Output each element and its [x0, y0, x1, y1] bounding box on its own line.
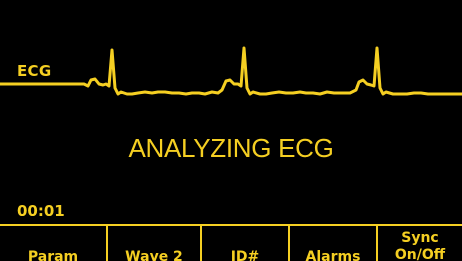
id-softkey[interactable]: ID#	[202, 226, 288, 261]
softkey-bar: Param Wave 2 ID# Alarms Sync On/Off	[0, 224, 462, 261]
sync-softkey-label-line1: Sync	[401, 230, 439, 246]
param-softkey-label: Param	[27, 249, 79, 261]
monitor-screen: ECG ANALYZING ECG 00:01 Param Wave 2 ID#…	[0, 0, 462, 261]
ecg-waveform-trace	[0, 46, 462, 96]
elapsed-timer: 00:01	[17, 202, 65, 220]
ecg-lead-label: ECG	[17, 62, 52, 80]
sync-on-off-softkey[interactable]: Sync On/Off	[378, 226, 462, 261]
wave-2-softkey-label: Wave 2	[125, 249, 183, 261]
sync-softkey-label-line2: On/Off	[394, 247, 446, 261]
param-softkey[interactable]: Param	[0, 226, 106, 261]
analyzing-status-message: ANALYZING ECG	[128, 133, 334, 163]
id-softkey-label: ID#	[230, 249, 260, 261]
alarms-softkey[interactable]: Alarms	[290, 226, 376, 261]
alarms-softkey-label: Alarms	[305, 249, 361, 261]
wave-2-softkey[interactable]: Wave 2	[108, 226, 200, 261]
